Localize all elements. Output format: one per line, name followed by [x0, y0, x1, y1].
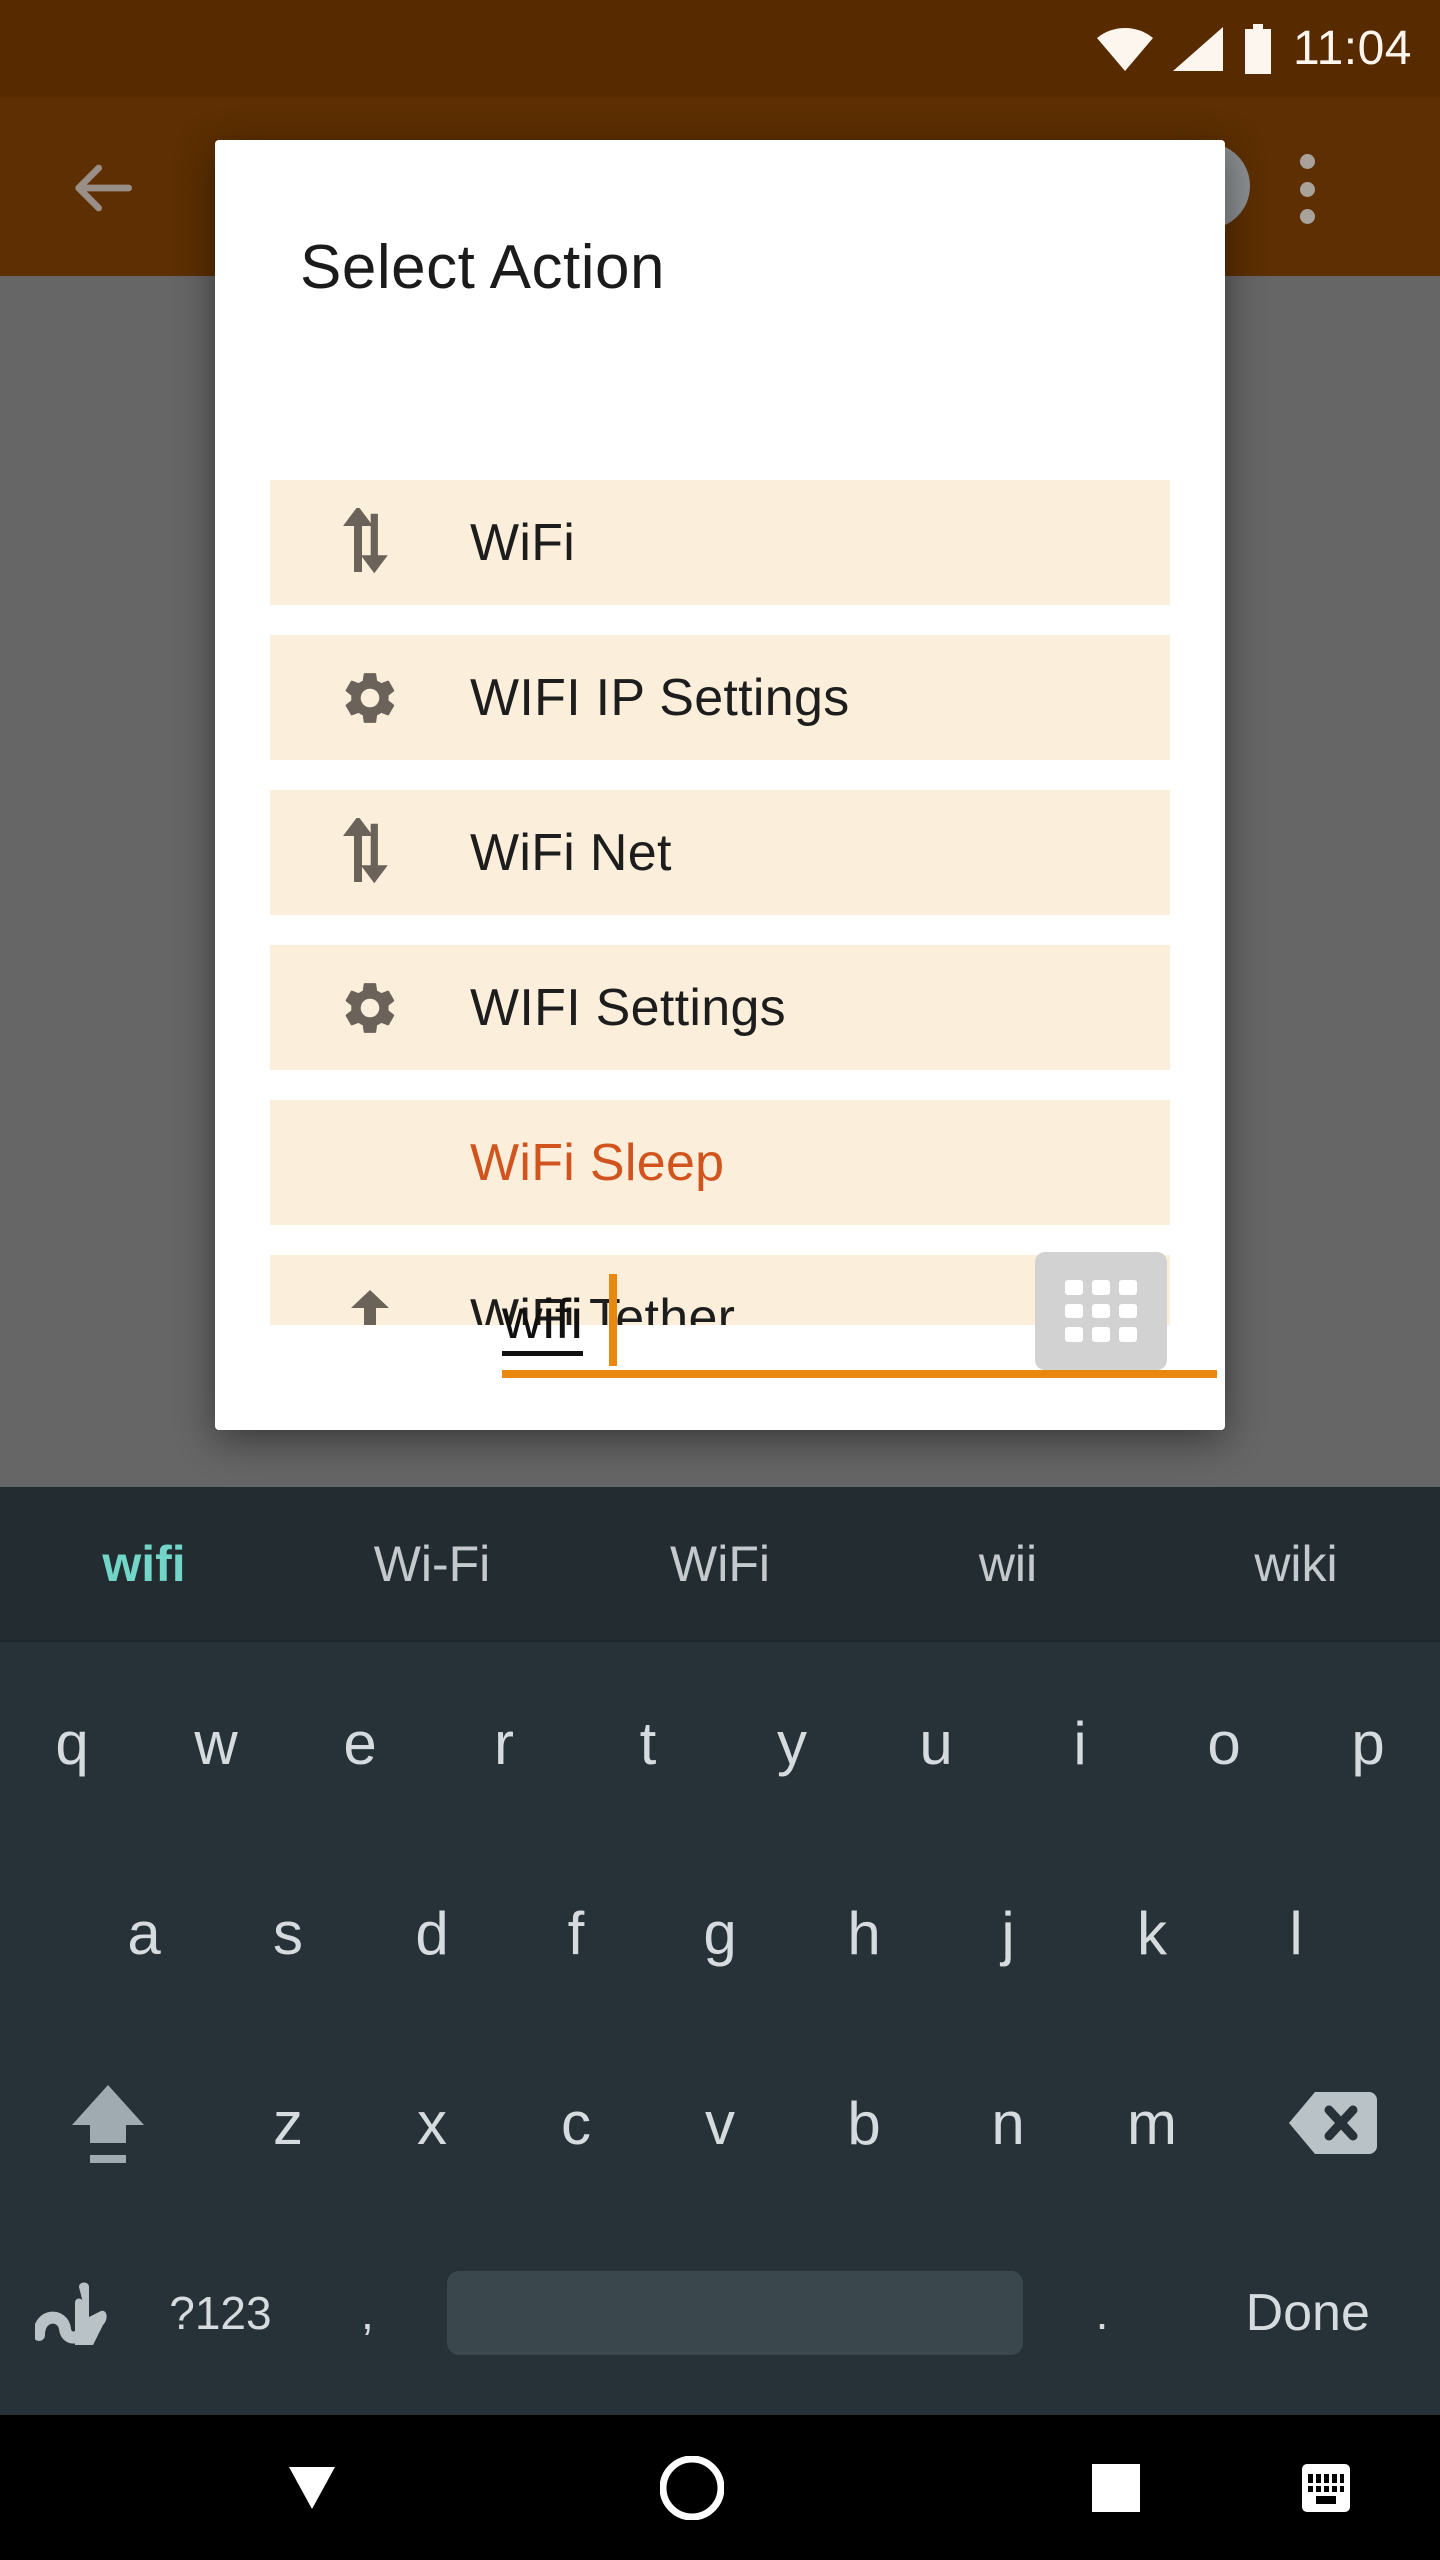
apps-grid-icon[interactable] [1035, 1252, 1167, 1370]
keyboard-row-1: q w e r t y u i o p [0, 1648, 1440, 1838]
key-o[interactable]: o [1152, 1709, 1296, 1778]
key-z[interactable]: z [216, 2089, 360, 2158]
key-l[interactable]: l [1224, 1899, 1368, 1968]
list-item[interactable]: WiFi Sleep [270, 1100, 1170, 1225]
signal-icon [1172, 27, 1223, 71]
space-key[interactable] [441, 2271, 1029, 2355]
symbols-key[interactable]: ?123 [147, 2286, 294, 2340]
battery-icon [1244, 24, 1271, 74]
key-r[interactable]: r [432, 1709, 576, 1778]
suggestion-item[interactable]: Wi-Fi [288, 1535, 576, 1593]
key-q[interactable]: q [0, 1709, 144, 1778]
key-t[interactable]: t [576, 1709, 720, 1778]
suggestion-item[interactable]: wiki [1152, 1535, 1440, 1593]
done-key[interactable]: Done [1176, 2283, 1440, 2343]
status-bar: 11:04 [0, 0, 1440, 98]
phone-screen: 11:04 Select Action WiFi WIFI IP Setting… [0, 0, 1440, 2560]
search-input-value: wifi [502, 1291, 583, 1356]
key-y[interactable]: y [720, 1709, 864, 1778]
gear-icon [270, 977, 470, 1039]
keyboard-rows: q w e r t y u i o p a s d f g h j k l z … [0, 1642, 1440, 2408]
list-item[interactable]: WIFI IP Settings [270, 635, 1170, 760]
key-u[interactable]: u [864, 1709, 1008, 1778]
up-down-arrows-icon [270, 817, 470, 888]
spacebar-surface [446, 2271, 1023, 2355]
back-arrow-icon[interactable] [62, 148, 142, 228]
key-p[interactable]: p [1296, 1709, 1440, 1778]
gear-icon [270, 667, 470, 729]
key-j[interactable]: j [936, 1899, 1080, 1968]
dialog-title: Select Action [300, 233, 665, 302]
status-clock: 11:04 [1292, 22, 1412, 75]
suggestion-item[interactable]: wifi [0, 1535, 288, 1593]
backspace-icon[interactable] [1224, 2088, 1440, 2158]
up-down-arrows-icon [270, 507, 470, 578]
shift-icon[interactable] [0, 2077, 216, 2169]
action-list[interactable]: WiFi WIFI IP Settings WiFi Net WIFI Sett… [270, 480, 1170, 1325]
key-e[interactable]: e [288, 1709, 432, 1778]
overflow-menu-icon[interactable] [1284, 146, 1330, 232]
list-item[interactable]: WiFi [270, 480, 1170, 605]
handwriting-icon[interactable] [0, 2273, 147, 2353]
key-n[interactable]: n [936, 2089, 1080, 2158]
key-v[interactable]: v [648, 2089, 792, 2158]
key-w[interactable]: w [144, 1709, 288, 1778]
key-f[interactable]: f [504, 1899, 648, 1968]
keyboard-row-3: z x c v b n m [0, 2028, 1440, 2218]
comma-key[interactable]: , [294, 2286, 441, 2340]
list-item[interactable]: WIFI Settings [270, 945, 1170, 1070]
suggestion-item[interactable]: WiFi [576, 1535, 864, 1593]
soft-keyboard: wifi Wi-Fi WiFi wii wiki q w e r t y u i… [0, 1487, 1440, 2415]
key-k[interactable]: k [1080, 1899, 1224, 1968]
list-item-label: WIFI IP Settings [470, 668, 850, 727]
key-b[interactable]: b [792, 2089, 936, 2158]
keyboard-row-4: ?123 , . Done [0, 2218, 1440, 2408]
key-m[interactable]: m [1080, 2089, 1224, 2158]
period-key[interactable]: . [1029, 2286, 1176, 2340]
dialog-input-row: wifi [215, 1220, 1225, 1430]
list-item-label: WiFi Net [470, 823, 672, 882]
input-underline [502, 1370, 1217, 1378]
navigation-bar [0, 2415, 1440, 2560]
key-i[interactable]: i [1008, 1709, 1152, 1778]
nav-recents-icon[interactable] [1090, 2462, 1142, 2514]
key-d[interactable]: d [360, 1899, 504, 1968]
suggestion-item[interactable]: wii [864, 1535, 1152, 1593]
wifi-icon [1096, 28, 1153, 71]
list-item-label: WiFi Sleep [470, 1133, 725, 1192]
text-caret [609, 1274, 617, 1366]
keyboard-row-2: a s d f g h j k l [0, 1838, 1440, 2028]
key-x[interactable]: x [360, 2089, 504, 2158]
select-action-dialog: Select Action WiFi WIFI IP Settings WiFi… [215, 140, 1225, 1430]
key-s[interactable]: s [216, 1899, 360, 1968]
key-g[interactable]: g [648, 1899, 792, 1968]
nav-home-icon[interactable] [660, 2455, 724, 2520]
key-c[interactable]: c [504, 2089, 648, 2158]
list-item-label: WiFi [470, 513, 576, 572]
suggestion-strip[interactable]: wifi Wi-Fi WiFi wii wiki [0, 1487, 1440, 1642]
list-item[interactable]: WiFi Net [270, 790, 1170, 915]
nav-back-down-icon[interactable] [283, 2463, 341, 2513]
key-a[interactable]: a [72, 1899, 216, 1968]
nav-keyboard-icon[interactable] [1300, 2462, 1352, 2514]
list-item-label: WIFI Settings [470, 978, 786, 1037]
key-h[interactable]: h [792, 1899, 936, 1968]
